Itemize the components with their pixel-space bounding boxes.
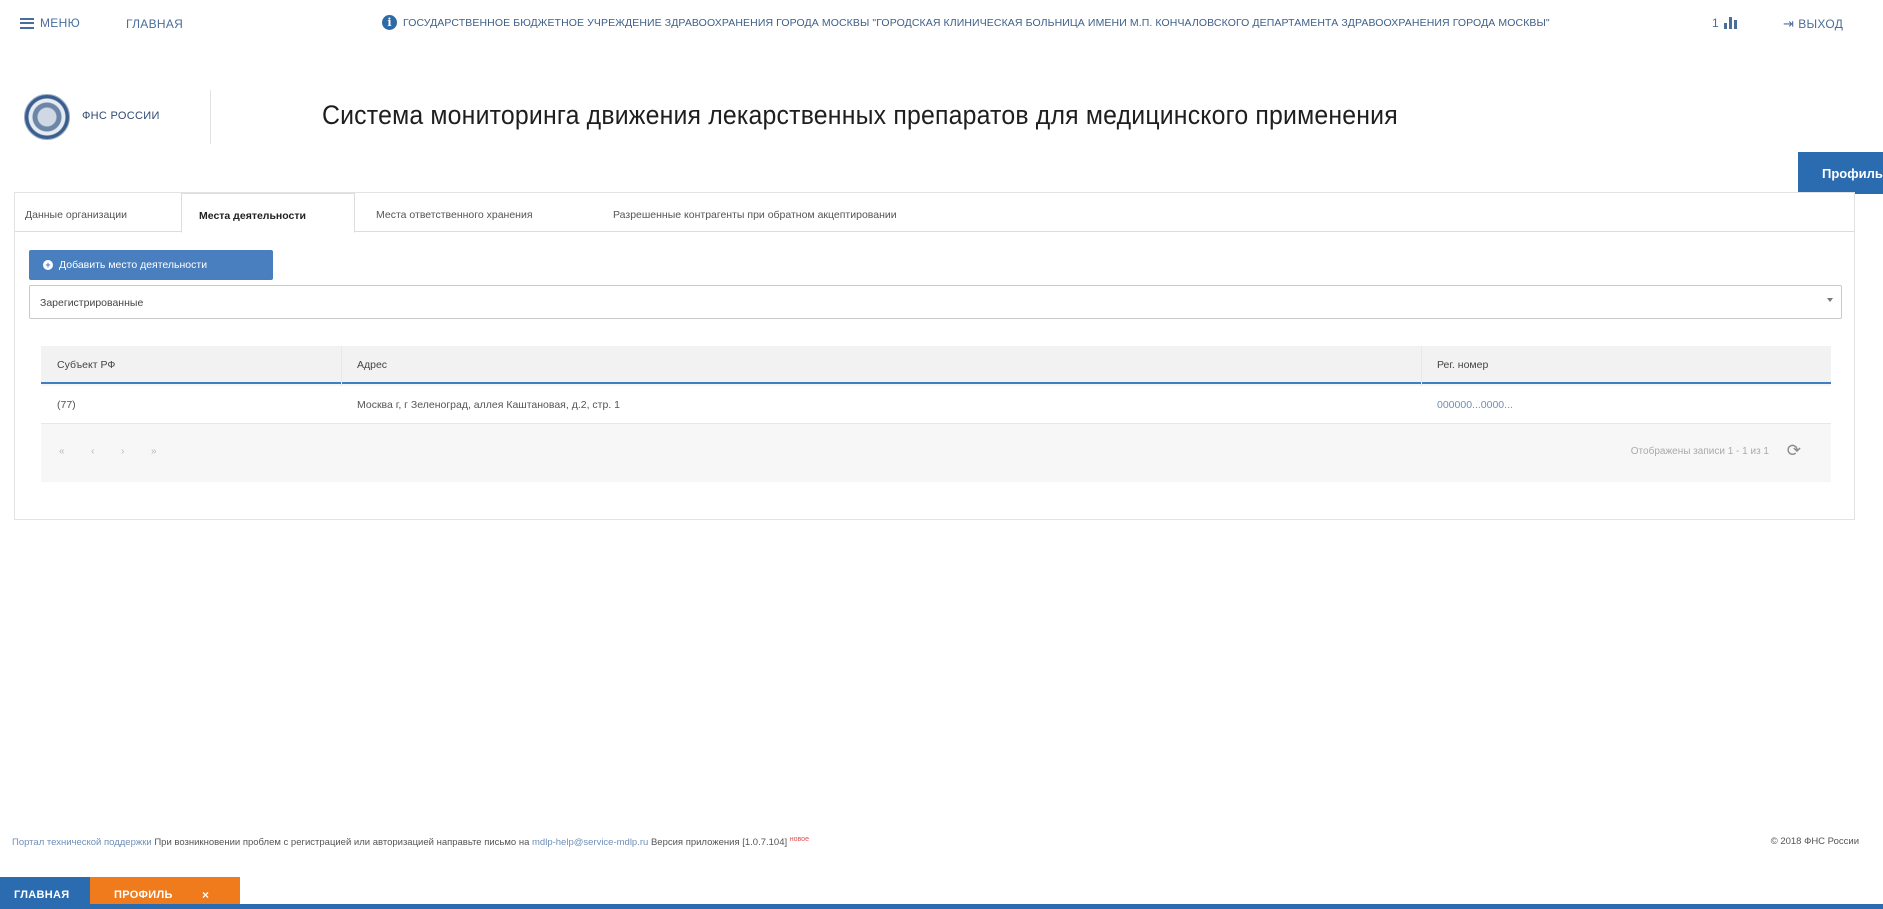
menu-button[interactable]: МЕНЮ <box>20 16 80 30</box>
bottom-tab-profile-label: ПРОФИЛЬ <box>114 889 173 901</box>
organization-info: i ГОСУДАРСТВЕННОЕ БЮДЖЕТНОЕ УЧРЕЖДЕНИЕ З… <box>382 15 1550 30</box>
table-row[interactable]: (77) Москва г, г Зеленоград, аллея Кашта… <box>41 386 1831 424</box>
tab-allowed-contractors[interactable]: Разрешенные контрагенты при обратном акц… <box>613 193 897 233</box>
logout-icon: ⇥ <box>1783 16 1795 31</box>
page-title: Система мониторинга движения лекарственн… <box>322 100 1398 130</box>
copyright: © 2018 ФНС России <box>1770 836 1859 847</box>
support-email-link[interactable]: mdlp-help@service-mdlp.ru <box>532 837 648 848</box>
home-link[interactable]: ГЛАВНАЯ <box>126 17 183 31</box>
profile-side-tab[interactable]: Профиль <box>1798 152 1883 194</box>
hamburger-icon <box>20 17 34 29</box>
last-page-button[interactable]: » <box>151 446 157 457</box>
refresh-icon[interactable]: ⟳ <box>1787 441 1801 461</box>
bar-chart-icon <box>1723 17 1738 29</box>
pagination: « ‹ › » Отображены записи 1 - 1 из 1 ⟳ <box>41 426 1831 482</box>
header-divider <box>210 90 211 144</box>
tab-activity-places[interactable]: Места деятельности <box>181 193 355 233</box>
close-icon[interactable]: × <box>202 888 209 902</box>
activity-places-table: Субъект РФ Адрес Рег. номер (77) Москва … <box>41 346 1831 482</box>
support-portal-link[interactable]: Портал технической поддержки <box>12 837 152 848</box>
cell-address: Москва г, г Зеленоград, аллея Каштановая… <box>357 399 620 411</box>
tab-storage-places[interactable]: Места ответственного хранения <box>376 193 533 233</box>
logo-text: ФНС РОССИИ <box>82 110 160 122</box>
table-header: Субъект РФ Адрес Рег. номер <box>41 346 1831 384</box>
tab-organization-data[interactable]: Данные организации <box>25 193 127 233</box>
prev-page-button[interactable]: ‹ <box>91 446 94 457</box>
column-header-reg-number[interactable]: Рег. номер <box>1437 359 1488 371</box>
cell-region: (77) <box>57 399 76 411</box>
pager-info: Отображены записи 1 - 1 из 1 <box>1630 446 1769 457</box>
organization-name: ГОСУДАРСТВЕННОЕ БЮДЖЕТНОЕ УЧРЕЖДЕНИЕ ЗДР… <box>403 16 1550 29</box>
status-filter-select[interactable]: Зарегистрированные <box>29 285 1842 319</box>
next-page-button[interactable]: › <box>121 446 124 457</box>
content-panel: Данные организации Места деятельности Ме… <box>14 192 1855 520</box>
app-version: Версия приложения [1.0.7.104] <box>650 837 788 849</box>
footer-info: Портал технической поддержки При возникн… <box>12 836 809 848</box>
statistics-link[interactable]: 1 <box>1712 16 1741 30</box>
fns-emblem-logo <box>24 94 70 140</box>
bottom-accent-line <box>0 904 1883 909</box>
column-header-address[interactable]: Адрес <box>357 359 387 371</box>
app-header: ФНС РОССИИ Система мониторинга движения … <box>0 70 1883 165</box>
logout-button[interactable]: ⇥ ВЫХОД <box>1783 16 1843 32</box>
menu-label: МЕНЮ <box>40 16 80 30</box>
first-page-button[interactable]: « <box>59 446 65 457</box>
info-icon: i <box>382 15 397 30</box>
chart-count: 1 <box>1712 16 1719 30</box>
top-bar: МЕНЮ ГЛАВНАЯ i ГОСУДАРСТВЕННОЕ БЮДЖЕТНОЕ… <box>0 0 1883 50</box>
new-badge[interactable]: новое <box>790 836 809 843</box>
footer-text: При возникновении проблем с регистрацией… <box>154 837 530 849</box>
logout-label: ВЫХОД <box>1798 17 1844 31</box>
column-header-region[interactable]: Субъект РФ <box>57 359 115 371</box>
status-filter-value: Зарегистрированные <box>40 297 144 309</box>
add-activity-place-button[interactable]: + Добавить место деятельности <box>29 250 273 280</box>
cell-reg-number[interactable]: 000000...0000... <box>1437 399 1513 411</box>
add-button-label: Добавить место деятельности <box>59 259 208 271</box>
plus-circle-icon: + <box>43 260 53 270</box>
tab-bar: Данные организации Места деятельности Ме… <box>15 193 1854 233</box>
footer: Портал технической поддержки При возникн… <box>0 832 1883 852</box>
caret-down-icon <box>1827 298 1833 302</box>
